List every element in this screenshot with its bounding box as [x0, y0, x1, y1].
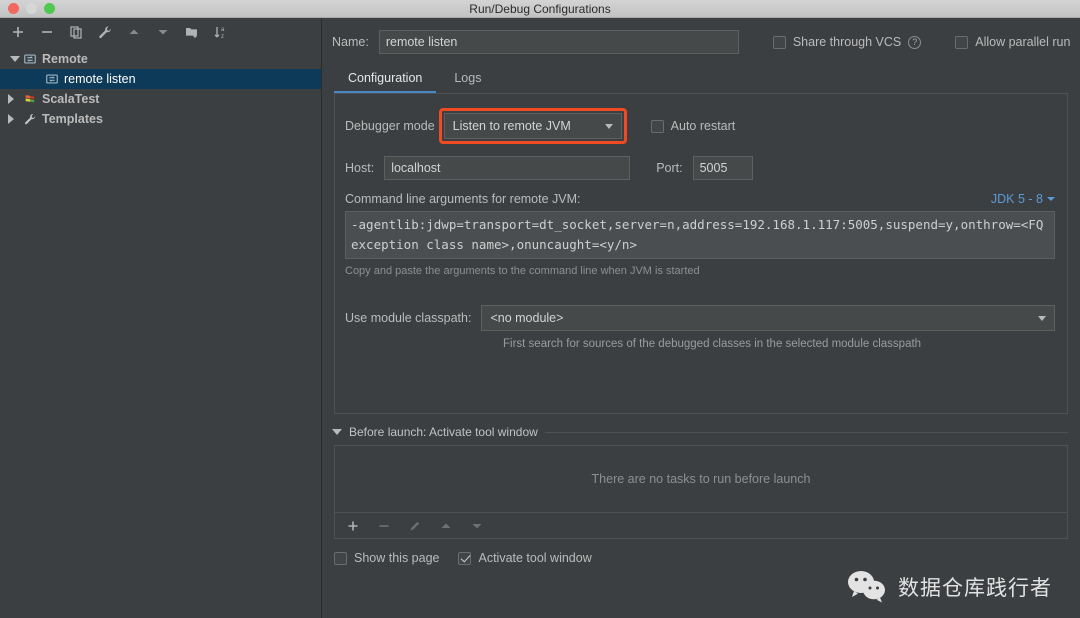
debugger-mode-dropdown[interactable]: Listen to remote JVM: [443, 113, 622, 139]
auto-restart-label: Auto restart: [670, 119, 736, 133]
window-body: a z Remote remote listen ScalaTest Templ…: [0, 18, 1080, 618]
task-move-down-icon: [472, 523, 482, 528]
move-down-icon[interactable]: [155, 24, 171, 40]
name-label: Name:: [332, 35, 369, 49]
module-classpath-dropdown[interactable]: <no module>: [481, 305, 1055, 331]
expand-arrow-right-icon[interactable]: [8, 114, 22, 124]
debugger-mode-label: Debugger mode: [345, 119, 435, 133]
add-icon[interactable]: [10, 24, 26, 40]
host-label: Host:: [345, 161, 375, 175]
task-move-up-icon: [441, 523, 451, 528]
auto-restart-checkbox[interactable]: [650, 119, 664, 133]
new-folder-icon[interactable]: [184, 24, 200, 40]
tree-item-label: ScalaTest: [42, 92, 100, 106]
args-label: Command line arguments for remote JVM:: [345, 192, 581, 206]
tab-logs[interactable]: Logs: [440, 68, 495, 93]
activate-tool-window-checkbox[interactable]: [458, 551, 472, 565]
jdk-version-dropdown[interactable]: JDK 5 - 8: [991, 192, 1055, 206]
activate-tool-window-label: Activate tool window: [478, 551, 592, 565]
svg-text:z: z: [221, 34, 224, 40]
debugger-mode-row: Debugger mode Listen to remote JVM Auto …: [345, 108, 1055, 144]
sidebar-toolbar: a z: [0, 18, 321, 46]
allow-parallel-run-checkbox[interactable]: [955, 35, 969, 49]
debugger-mode-value: Listen to remote JVM: [452, 119, 571, 133]
host-input[interactable]: [384, 156, 631, 180]
title-bar: Run/Debug Configurations: [0, 0, 1080, 18]
auto-restart-group[interactable]: Auto restart: [650, 119, 736, 133]
before-launch-title: Before launch: Activate tool window: [349, 425, 538, 439]
tree-item-label: Templates: [42, 112, 103, 126]
tree-item-scalatest[interactable]: ScalaTest: [0, 89, 321, 109]
module-classpath-value: <no module>: [490, 311, 564, 325]
share-through-vcs-label: Share through VCS: [792, 35, 902, 49]
port-input[interactable]: [692, 156, 753, 180]
help-icon[interactable]: ?: [908, 35, 922, 49]
collapse-arrow-down-icon[interactable]: [332, 429, 342, 435]
show-this-page-label: Show this page: [354, 551, 440, 565]
watermark: 数据仓库践行者: [846, 570, 1052, 604]
args-hint: Copy and paste the arguments to the comm…: [345, 265, 700, 277]
name-input[interactable]: [378, 30, 739, 54]
editor-tabs: Configuration Logs: [334, 68, 1080, 93]
tree-item-label: Remote: [42, 52, 88, 66]
share-through-vcs-checkbox[interactable]: [772, 35, 786, 49]
add-task-icon[interactable]: [345, 518, 361, 534]
debugger-mode-highlight: Listen to remote JVM: [438, 108, 627, 144]
module-classpath-row: Use module classpath: <no module>: [345, 305, 1055, 331]
edit-templates-wrench-icon[interactable]: [97, 24, 113, 40]
tab-configuration[interactable]: Configuration: [334, 68, 437, 93]
configuration-editor: Name: Share through VCS ? Allow parallel…: [322, 18, 1080, 618]
port-label: Port:: [656, 161, 683, 175]
configurations-tree[interactable]: Remote remote listen ScalaTest Templates: [0, 46, 321, 618]
allow-parallel-run-label: Allow parallel run: [975, 35, 1071, 49]
jdk-version-label: JDK 5 - 8: [990, 192, 1043, 206]
chevron-down-icon: [1047, 197, 1055, 201]
window-title: Run/Debug Configurations: [469, 1, 611, 16]
bottom-checkbox-row: Show this page Activate tool window: [334, 551, 1080, 565]
name-row: Name: Share through VCS ? Allow parallel…: [322, 18, 1080, 54]
before-launch-empty-text: There are no tasks to run before launch: [591, 472, 811, 486]
configurations-sidebar: a z Remote remote listen ScalaTest Templ…: [0, 18, 322, 618]
tree-item-remote-listen[interactable]: remote listen: [0, 69, 321, 89]
edit-task-pencil-icon: [410, 521, 420, 530]
wechat-icon: [848, 571, 885, 603]
copy-icon[interactable]: [68, 24, 84, 40]
host-port-row: Host: Port:: [345, 156, 1055, 180]
before-launch-task-list[interactable]: There are no tasks to run before launch: [334, 445, 1068, 513]
expand-arrow-down-icon[interactable]: [8, 56, 22, 62]
expand-arrow-right-icon[interactable]: [8, 94, 22, 104]
show-this-page-checkbox[interactable]: [334, 551, 347, 565]
wrench-icon: [22, 112, 38, 126]
watermark-text: 数据仓库践行者: [898, 577, 1052, 600]
run-debug-configurations-window: Run/Debug Configurations a z Remote remo…: [0, 0, 1080, 618]
remove-icon[interactable]: [39, 24, 55, 40]
remove-task-icon: [379, 524, 389, 527]
args-label-row: Command line arguments for remote JVM: J…: [345, 192, 1055, 206]
tree-item-remote[interactable]: Remote: [0, 49, 321, 69]
module-classpath-hint: First search for sources of the debugged…: [503, 338, 922, 350]
remote-config-icon: [44, 72, 60, 86]
before-launch-header[interactable]: Before launch: Activate tool window: [332, 425, 1068, 439]
svg-text:a: a: [221, 27, 225, 33]
share-through-vcs-group[interactable]: Share through VCS ?: [772, 35, 922, 49]
before-launch-toolbar: [334, 513, 1068, 539]
scala-icon: [22, 92, 38, 106]
move-up-icon[interactable]: [126, 24, 142, 40]
remote-config-icon: [22, 52, 38, 66]
module-classpath-label: Use module classpath:: [345, 311, 472, 325]
divider: [544, 431, 1068, 433]
chevron-down-icon: [1038, 315, 1046, 321]
tree-item-label: remote listen: [64, 72, 136, 86]
sort-alphabetically-icon[interactable]: a z: [213, 24, 229, 40]
jvm-arguments-textarea[interactable]: -agentlib:jdwp=transport=dt_socket,serve…: [345, 211, 1055, 259]
configuration-panel: Debugger mode Listen to remote JVM Auto …: [334, 93, 1068, 414]
chevron-down-icon: [604, 123, 613, 129]
tree-item-templates[interactable]: Templates: [0, 109, 321, 129]
allow-parallel-run-group[interactable]: Allow parallel run: [955, 35, 1070, 49]
